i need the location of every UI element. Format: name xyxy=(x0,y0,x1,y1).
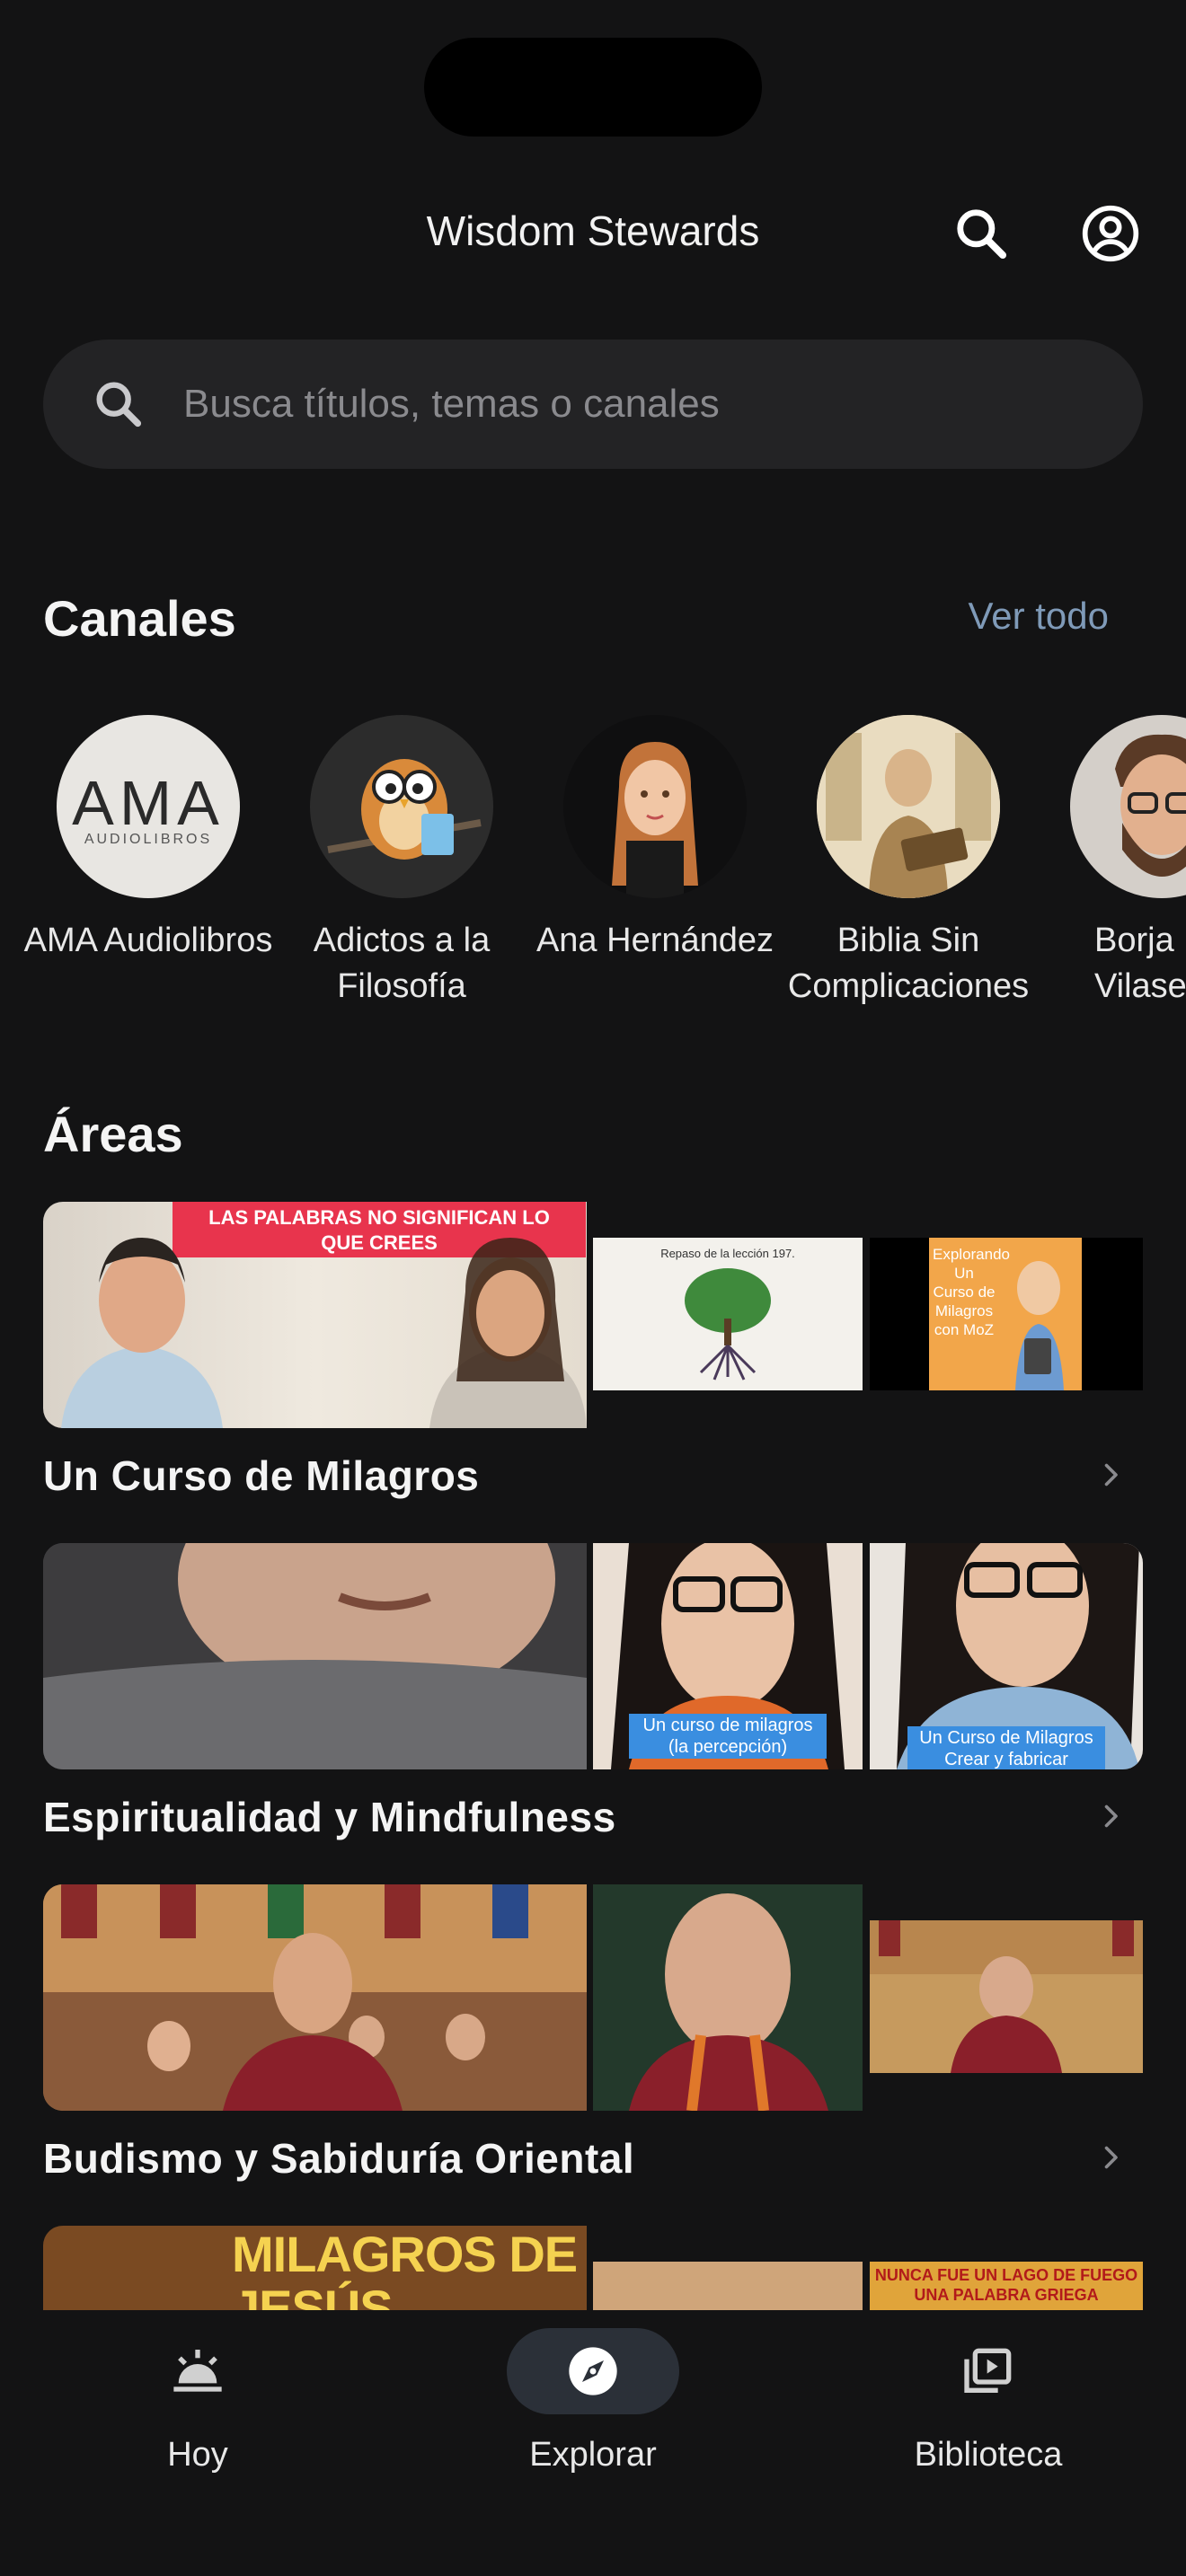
search-input[interactable] xyxy=(183,368,1100,440)
top-app-bar: Wisdom Stewards xyxy=(0,189,1186,278)
area-label: Un Curso de Milagros xyxy=(43,1452,480,1499)
thumbnail-mosaic: Un curso de milagros (la percepción) Un … xyxy=(43,1543,1143,1769)
thumbnail-mosaic: LAS PALABRAS NO SIGNIFICAN LO QUE CREES … xyxy=(43,1202,1143,1428)
logo-text: AMA xyxy=(72,768,225,838)
channel-name: Ana Hernández xyxy=(535,922,774,959)
video-library-icon xyxy=(964,2348,1012,2393)
channel-name: Borja Vilaseca xyxy=(1094,922,1186,1005)
video-thumbnail xyxy=(43,1543,587,1769)
avatar xyxy=(310,715,493,898)
nav-label: Biblioteca xyxy=(914,2436,1063,2474)
avatar: AMA AUDIOLIBROS xyxy=(57,715,240,898)
nav-pill-active[interactable] xyxy=(507,2328,679,2414)
channel-name: Biblia Sin Complicaciones xyxy=(787,922,1030,1005)
chevron-right-icon xyxy=(1094,2141,1127,2174)
nav-pill[interactable] xyxy=(111,2328,284,2414)
dynamic-island xyxy=(424,38,762,137)
logo-subtext: AUDIOLIBROS xyxy=(84,832,213,847)
area-card[interactable]: Budismo y Sabiduría Oriental xyxy=(43,1884,1143,2204)
channel-name: AMA Audiolibros xyxy=(23,922,273,959)
see-all-link[interactable]: Ver todo xyxy=(969,595,1109,638)
nav-label: Hoy xyxy=(167,2436,228,2474)
channel-item[interactable]: Borja Vilaseca xyxy=(1035,715,1186,1010)
channel-item[interactable]: Adictos a la Filosofía xyxy=(275,715,528,1010)
nav-label: Explorar xyxy=(529,2436,657,2474)
area-row[interactable]: Budismo y Sabiduría Oriental xyxy=(43,2111,1143,2204)
channel-item[interactable]: AMA AUDIOLIBROS AMA Audiolibros xyxy=(22,715,275,964)
video-thumbnail: Un curso de milagros (la percepción) xyxy=(593,1543,863,1769)
avatar xyxy=(817,715,1000,898)
area-row[interactable]: Espiritualidad y Mindfulness xyxy=(43,1769,1143,1863)
avatar xyxy=(563,715,747,898)
channel-name: Adictos a la Filosofía xyxy=(313,922,491,1005)
chevron-right-icon xyxy=(1094,1800,1127,1832)
video-thumbnail: LAS PALABRAS NO SIGNIFICAN LO QUE CREES xyxy=(43,1202,587,1428)
thumbnail-text: NUNCA FUE UN LAGO DE FUEGO UNA PALABRA G… xyxy=(874,2266,1138,2304)
area-card[interactable]: LAS PALABRAS NO SIGNIFICAN LO QUE CREES … xyxy=(43,1202,1143,1522)
search-icon xyxy=(90,375,147,433)
nav-item-hoy[interactable]: Hoy xyxy=(63,2328,332,2475)
areas-title: Áreas xyxy=(43,1106,183,1162)
video-thumbnail: Repaso de la lección 197. xyxy=(593,1238,863,1390)
account-icon[interactable] xyxy=(1080,203,1141,264)
nav-pill[interactable] xyxy=(902,2328,1075,2414)
compass-icon xyxy=(569,2347,617,2395)
video-thumbnail xyxy=(43,1884,587,2111)
search-icon[interactable] xyxy=(951,203,1012,264)
channels-carousel[interactable]: AMA AUDIOLIBROS AMA Audiolibros Adictos … xyxy=(0,715,1186,1011)
area-label: Espiritualidad y Mindfulness xyxy=(43,1794,616,1840)
thumbnail-caption: Un Curso de Milagros Crear y fabricar xyxy=(907,1726,1105,1769)
video-thumbnail: Explorando Un Curso de Milagros con MoZ xyxy=(870,1238,1143,1390)
avatar xyxy=(1070,715,1186,898)
area-row[interactable]: Un Curso de Milagros xyxy=(43,1428,1143,1522)
chevron-right-icon xyxy=(1094,1459,1127,1491)
channel-item[interactable]: Ana Hernández xyxy=(528,715,782,964)
area-card[interactable]: Un curso de milagros (la percepción) Un … xyxy=(43,1543,1143,1863)
area-label: Budismo y Sabiduría Oriental xyxy=(43,2135,635,2182)
thumbnail-mosaic xyxy=(43,1884,1143,2111)
bottom-navigation: Hoy Explorar Biblioteca xyxy=(0,2310,1186,2576)
nav-item-biblioteca[interactable]: Biblioteca xyxy=(854,2328,1123,2475)
sunrise-icon xyxy=(173,2350,222,2392)
channels-title: Canales xyxy=(43,590,236,647)
search-bar[interactable] xyxy=(43,340,1143,469)
channel-item[interactable]: Biblia Sin Complicaciones xyxy=(782,715,1035,1010)
video-thumbnail xyxy=(593,1884,863,2111)
video-thumbnail xyxy=(870,1920,1143,2073)
nav-item-explorar[interactable]: Explorar xyxy=(458,2328,728,2475)
video-thumbnail: Un Curso de Milagros Crear y fabricar xyxy=(870,1543,1143,1769)
thumbnail-caption: Un curso de milagros (la percepción) xyxy=(629,1714,827,1759)
